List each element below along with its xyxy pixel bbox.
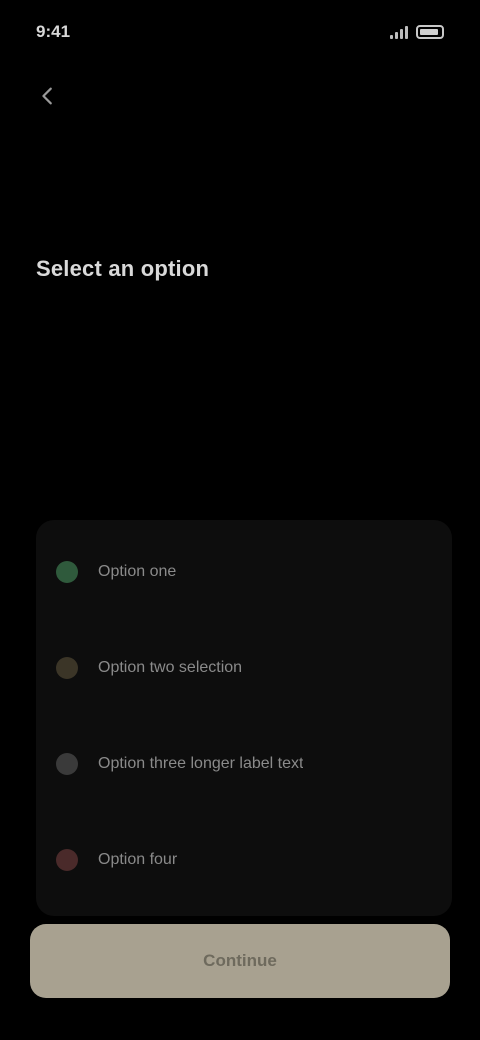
page-title: Select an option [36,256,210,281]
chevron-left-icon [42,87,52,105]
continue-label: Continue [203,951,277,970]
status-bar: 9:41 [36,18,444,46]
option-row-1[interactable]: Option one [36,524,452,620]
status-left: 9:41 [36,22,70,42]
option-2-label: Option two selection [98,659,243,676]
option-row-2[interactable]: Option two selection [36,620,452,716]
option-4-dot [56,849,78,871]
status-right [390,25,444,39]
screen: 9:41 Select an option Option one Option … [0,0,480,1040]
option-row-4[interactable]: Option four [36,812,452,908]
option-2-dot [56,657,78,679]
option-1-dot [56,561,78,583]
status-time: 9:41 [36,22,71,41]
back-button[interactable] [34,78,62,114]
option-3-label: Option three longer label text [98,755,304,772]
continue-button[interactable]: Continue [30,924,450,998]
battery-icon [416,25,444,39]
signal-icon [390,25,408,39]
options-card: Option one Option two selection Option t… [36,520,452,916]
option-4-label: Option four [98,851,178,868]
option-1-label: Option one [98,563,177,580]
option-row-3[interactable]: Option three longer label text [36,716,452,812]
option-3-dot [56,753,78,775]
